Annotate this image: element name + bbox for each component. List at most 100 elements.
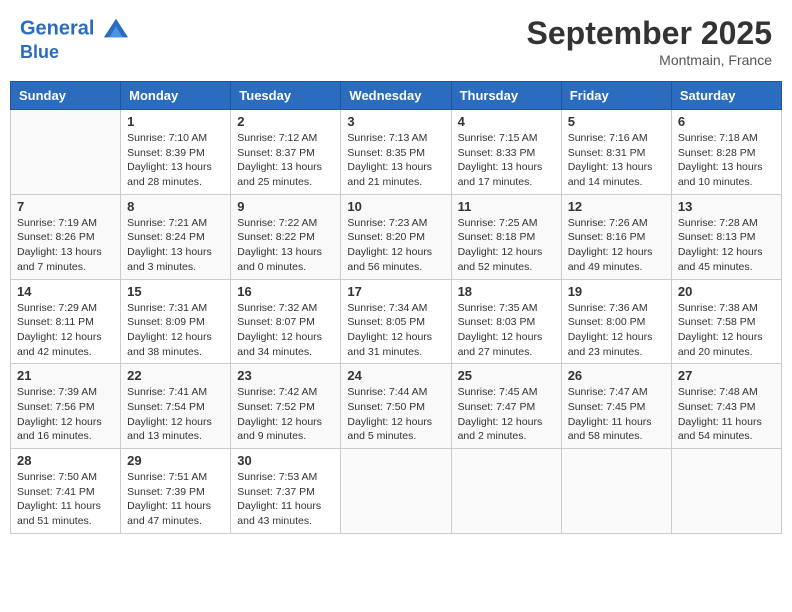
- weekday-header: Sunday: [11, 82, 121, 110]
- calendar-cell: 6 Sunrise: 7:18 AM Sunset: 8:28 PM Daylig…: [671, 110, 781, 195]
- day-number: 29: [127, 453, 224, 468]
- calendar-cell: 17 Sunrise: 7:34 AM Sunset: 8:05 PM Dayli…: [341, 279, 451, 364]
- weekday-header: Friday: [561, 82, 671, 110]
- location: Montmain, France: [527, 52, 772, 68]
- day-number: 1: [127, 114, 224, 129]
- calendar-cell: 4 Sunrise: 7:15 AM Sunset: 8:33 PM Daylig…: [451, 110, 561, 195]
- day-info: Sunrise: 7:31 AM Sunset: 8:09 PM Dayligh…: [127, 301, 224, 360]
- day-number: 27: [678, 368, 775, 383]
- day-number: 15: [127, 284, 224, 299]
- calendar-cell: 8 Sunrise: 7:21 AM Sunset: 8:24 PM Daylig…: [121, 194, 231, 279]
- calendar-cell: 18 Sunrise: 7:35 AM Sunset: 8:03 PM Dayli…: [451, 279, 561, 364]
- calendar-cell: 10Sunrise: 7:23 AM Sunset: 8:20 PM Dayli…: [341, 194, 451, 279]
- calendar-week-row: 28 Sunrise: 7:50 AM Sunset: 7:41 PM Dayli…: [11, 449, 782, 534]
- calendar-cell: 29 Sunrise: 7:51 AM Sunset: 7:39 PM Dayli…: [121, 449, 231, 534]
- day-info: Sunrise: 7:35 AM Sunset: 8:03 PM Dayligh…: [458, 301, 555, 360]
- day-number: 28: [17, 453, 114, 468]
- logo-icon: [102, 15, 130, 43]
- calendar-cell: 25Sunrise: 7:45 AM Sunset: 7:47 PM Dayli…: [451, 364, 561, 449]
- day-number: 3: [347, 114, 444, 129]
- calendar-header-row: SundayMondayTuesdayWednesdayThursdayFrid…: [11, 82, 782, 110]
- day-info: Sunrise: 7:42 AM Sunset: 7:52 PM Dayligh…: [237, 385, 334, 444]
- day-info: Sunrise: 7:44 AM Sunset: 7:50 PM Dayligh…: [347, 385, 444, 444]
- day-info: Sunrise: 7:19 AM Sunset: 8:26 PM Dayligh…: [17, 216, 114, 275]
- calendar-cell: 14 Sunrise: 7:29 AM Sunset: 8:11 PM Dayli…: [11, 279, 121, 364]
- month-year: September 2025: [527, 15, 772, 52]
- day-info: Sunrise: 7:45 AM Sunset: 7:47 PM Dayligh…: [458, 385, 555, 444]
- calendar-week-row: 21Sunrise: 7:39 AM Sunset: 7:56 PM Dayli…: [11, 364, 782, 449]
- day-info: Sunrise: 7:21 AM Sunset: 8:24 PM Dayligh…: [127, 216, 224, 275]
- day-info: Sunrise: 7:41 AM Sunset: 7:54 PM Dayligh…: [127, 385, 224, 444]
- calendar-cell: 26 Sunrise: 7:47 AM Sunset: 7:45 PM Dayli…: [561, 364, 671, 449]
- day-number: 24: [347, 368, 444, 383]
- calendar-cell: 24 Sunrise: 7:44 AM Sunset: 7:50 PM Dayli…: [341, 364, 451, 449]
- day-info: Sunrise: 7:51 AM Sunset: 7:39 PM Dayligh…: [127, 470, 224, 529]
- logo: General Blue: [20, 15, 130, 63]
- calendar-cell: 20 Sunrise: 7:38 AM Sunset: 7:58 PM Dayli…: [671, 279, 781, 364]
- day-number: 12: [568, 199, 665, 214]
- day-info: Sunrise: 7:29 AM Sunset: 8:11 PM Dayligh…: [17, 301, 114, 360]
- calendar-cell: 21Sunrise: 7:39 AM Sunset: 7:56 PM Dayli…: [11, 364, 121, 449]
- calendar-cell: 3Sunrise: 7:13 AM Sunset: 8:35 PM Daylig…: [341, 110, 451, 195]
- day-info: Sunrise: 7:18 AM Sunset: 8:28 PM Dayligh…: [678, 131, 775, 190]
- day-info: Sunrise: 7:48 AM Sunset: 7:43 PM Dayligh…: [678, 385, 775, 444]
- calendar-cell: [11, 110, 121, 195]
- calendar-week-row: 1Sunrise: 7:10 AM Sunset: 8:39 PM Daylig…: [11, 110, 782, 195]
- day-number: 18: [458, 284, 555, 299]
- weekday-header: Wednesday: [341, 82, 451, 110]
- page-header: General Blue September 2025 Montmain, Fr…: [10, 10, 782, 73]
- logo-text: General: [20, 15, 130, 43]
- calendar-cell: 16 Sunrise: 7:32 AM Sunset: 8:07 PM Dayli…: [231, 279, 341, 364]
- calendar-cell: 27 Sunrise: 7:48 AM Sunset: 7:43 PM Dayli…: [671, 364, 781, 449]
- calendar-cell: [341, 449, 451, 534]
- calendar-cell: 30 Sunrise: 7:53 AM Sunset: 7:37 PM Dayli…: [231, 449, 341, 534]
- calendar-cell: [671, 449, 781, 534]
- calendar-cell: 13 Sunrise: 7:28 AM Sunset: 8:13 PM Dayli…: [671, 194, 781, 279]
- day-info: Sunrise: 7:34 AM Sunset: 8:05 PM Dayligh…: [347, 301, 444, 360]
- day-info: Sunrise: 7:16 AM Sunset: 8:31 PM Dayligh…: [568, 131, 665, 190]
- day-number: 17: [347, 284, 444, 299]
- day-info: Sunrise: 7:15 AM Sunset: 8:33 PM Dayligh…: [458, 131, 555, 190]
- day-number: 8: [127, 199, 224, 214]
- day-number: 30: [237, 453, 334, 468]
- calendar-cell: 15 Sunrise: 7:31 AM Sunset: 8:09 PM Dayli…: [121, 279, 231, 364]
- calendar-cell: 9Sunrise: 7:22 AM Sunset: 8:22 PM Daylig…: [231, 194, 341, 279]
- day-info: Sunrise: 7:53 AM Sunset: 7:37 PM Dayligh…: [237, 470, 334, 529]
- day-number: 6: [678, 114, 775, 129]
- calendar-week-row: 14 Sunrise: 7:29 AM Sunset: 8:11 PM Dayli…: [11, 279, 782, 364]
- day-info: Sunrise: 7:38 AM Sunset: 7:58 PM Dayligh…: [678, 301, 775, 360]
- day-info: Sunrise: 7:25 AM Sunset: 8:18 PM Dayligh…: [458, 216, 555, 275]
- day-info: Sunrise: 7:39 AM Sunset: 7:56 PM Dayligh…: [17, 385, 114, 444]
- calendar-table: SundayMondayTuesdayWednesdayThursdayFrid…: [10, 81, 782, 534]
- day-number: 5: [568, 114, 665, 129]
- calendar-week-row: 7 Sunrise: 7:19 AM Sunset: 8:26 PM Daylig…: [11, 194, 782, 279]
- day-number: 4: [458, 114, 555, 129]
- day-number: 2: [237, 114, 334, 129]
- calendar-cell: 1Sunrise: 7:10 AM Sunset: 8:39 PM Daylig…: [121, 110, 231, 195]
- calendar-cell: 12 Sunrise: 7:26 AM Sunset: 8:16 PM Dayli…: [561, 194, 671, 279]
- day-number: 23: [237, 368, 334, 383]
- day-info: Sunrise: 7:32 AM Sunset: 8:07 PM Dayligh…: [237, 301, 334, 360]
- day-info: Sunrise: 7:26 AM Sunset: 8:16 PM Dayligh…: [568, 216, 665, 275]
- title-block: September 2025 Montmain, France: [527, 15, 772, 68]
- day-number: 19: [568, 284, 665, 299]
- calendar-cell: 28 Sunrise: 7:50 AM Sunset: 7:41 PM Dayli…: [11, 449, 121, 534]
- day-number: 20: [678, 284, 775, 299]
- day-number: 14: [17, 284, 114, 299]
- day-number: 16: [237, 284, 334, 299]
- calendar-cell: 23 Sunrise: 7:42 AM Sunset: 7:52 PM Dayli…: [231, 364, 341, 449]
- day-info: Sunrise: 7:28 AM Sunset: 8:13 PM Dayligh…: [678, 216, 775, 275]
- weekday-header: Thursday: [451, 82, 561, 110]
- day-number: 7: [17, 199, 114, 214]
- day-number: 22: [127, 368, 224, 383]
- calendar-cell: [451, 449, 561, 534]
- calendar-cell: [561, 449, 671, 534]
- day-number: 26: [568, 368, 665, 383]
- day-info: Sunrise: 7:50 AM Sunset: 7:41 PM Dayligh…: [17, 470, 114, 529]
- day-info: Sunrise: 7:47 AM Sunset: 7:45 PM Dayligh…: [568, 385, 665, 444]
- weekday-header: Tuesday: [231, 82, 341, 110]
- calendar-cell: 11 Sunrise: 7:25 AM Sunset: 8:18 PM Dayli…: [451, 194, 561, 279]
- day-info: Sunrise: 7:12 AM Sunset: 8:37 PM Dayligh…: [237, 131, 334, 190]
- day-number: 11: [458, 199, 555, 214]
- day-number: 13: [678, 199, 775, 214]
